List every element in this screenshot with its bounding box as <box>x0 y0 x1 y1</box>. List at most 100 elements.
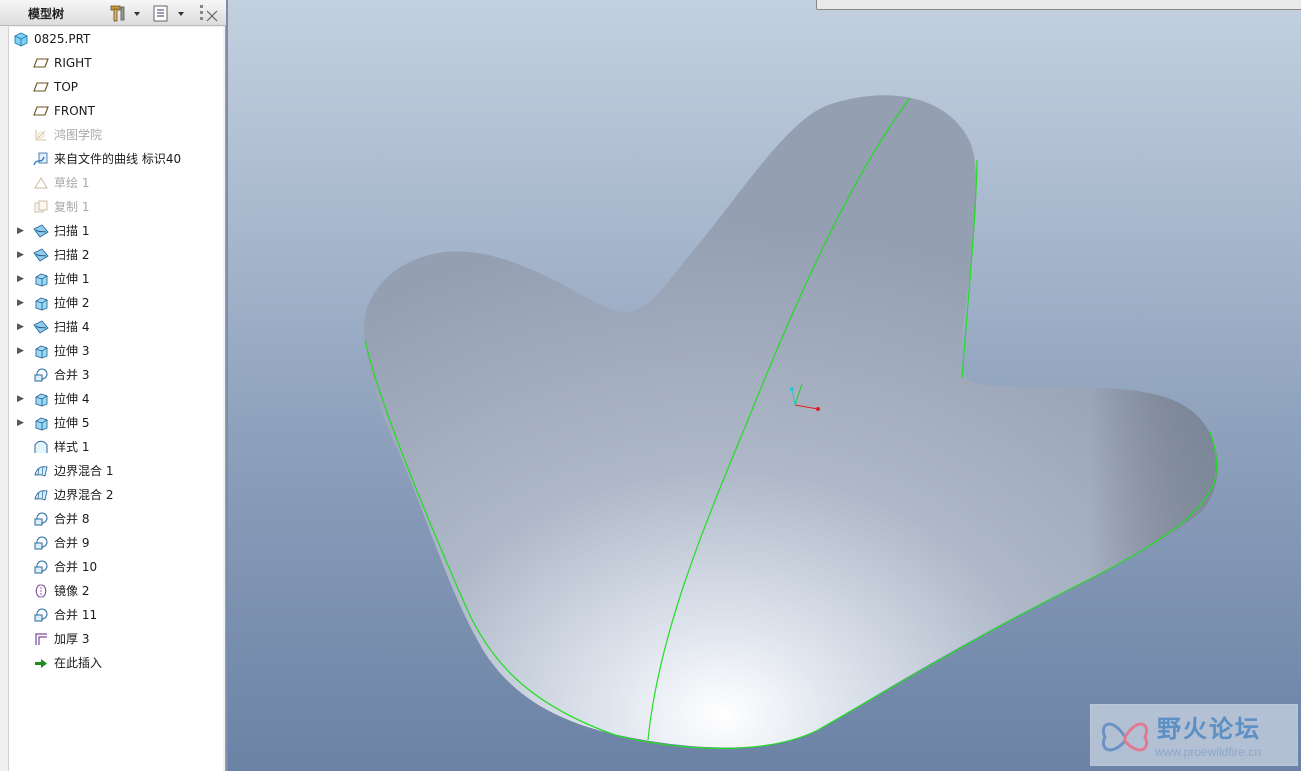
tree-node[interactable]: 草绘 1 <box>9 171 223 195</box>
model-tree-header: 模型树 <box>0 0 226 26</box>
tree-tools-dropdown[interactable] <box>132 3 142 23</box>
part-surface-shade <box>363 95 1218 748</box>
tree-node-label: 拉伸 2 <box>54 296 90 310</box>
tree-node-label: FRONT <box>54 104 95 118</box>
tree-node[interactable]: 合并 8 <box>9 507 223 531</box>
filter-icon <box>200 5 218 22</box>
list-settings-icon <box>153 5 168 22</box>
tree-settings-dropdown[interactable] <box>176 3 186 23</box>
tree-node[interactable]: 复制 1 <box>9 195 223 219</box>
butterfly-logo-icon <box>1102 722 1148 752</box>
tree-node[interactable]: 镜像 2 <box>9 579 223 603</box>
tree-node-label: 加厚 3 <box>54 632 90 646</box>
model-tree-title: 模型树 <box>28 7 65 21</box>
model-tree: 0825.PRT RIGHT TOP FRONT 鸿图学院来自文件的曲线 标识40 草绘 … <box>8 27 223 771</box>
tree-node[interactable]: 合并 3 <box>9 363 223 387</box>
datum-plane-icon <box>33 79 49 95</box>
tree-node-label: TOP <box>54 80 79 94</box>
tree-node-label: 拉伸 3 <box>54 344 90 358</box>
watermark-title: 野火论坛 <box>1157 715 1261 743</box>
merge-icon <box>33 559 49 575</box>
tree-node-label: 扫描 2 <box>54 248 90 262</box>
tree-node[interactable]: 加厚 3 <box>9 627 223 651</box>
expand-arrow-icon[interactable]: ▶ <box>17 267 27 291</box>
tree-node[interactable]: RIGHT <box>9 51 223 75</box>
model-tree-panel: 模型树 0825.PRT RIGHT TOP FRONT 鸿图学院 来自文件的曲… <box>0 0 226 771</box>
tree-node-label: 边界混合 1 <box>54 464 114 478</box>
tree-node-label: 鸿图学院 <box>54 128 103 142</box>
extrude-icon <box>33 415 49 431</box>
tree-node-label: 来自文件的曲线 标识40 <box>54 152 182 166</box>
dropdown-arrow-icon <box>178 12 184 16</box>
watermark-url: www.proewildfire.cn <box>1155 745 1262 759</box>
tree-node-label: 边界混合 2 <box>54 488 114 502</box>
tree-node[interactable]: 合并 10 <box>9 555 223 579</box>
expand-arrow-icon[interactable]: ▶ <box>17 291 27 315</box>
tree-node[interactable]: 来自文件的曲线 标识40 <box>9 147 223 171</box>
extrude-icon <box>33 391 49 407</box>
tree-node[interactable]: ▶ 扫描 4 <box>9 315 223 339</box>
tree-node-label: 拉伸 5 <box>54 416 90 430</box>
merge-icon <box>33 535 49 551</box>
tree-node[interactable]: 在此插入 <box>9 651 223 675</box>
tree-node-label: 合并 9 <box>54 536 90 550</box>
merge-icon <box>33 511 49 527</box>
sweep-icon <box>33 319 49 335</box>
tree-node[interactable]: 鸿图学院 <box>9 123 223 147</box>
tree-node-label: 草绘 1 <box>54 176 90 190</box>
boundary-blend-icon <box>33 487 49 503</box>
tree-node[interactable]: 边界混合 1 <box>9 459 223 483</box>
merge-icon <box>33 607 49 623</box>
forum-watermark: 野火论坛 www.proewildfire.cn <box>1090 704 1298 766</box>
sketch-icon <box>33 175 49 191</box>
expand-arrow-icon[interactable]: ▶ <box>17 387 27 411</box>
tree-node[interactable]: 合并 11 <box>9 603 223 627</box>
thicken-icon <box>33 631 49 647</box>
hammer-icon <box>110 5 125 22</box>
extrude-icon <box>33 295 49 311</box>
mirror-icon <box>33 583 49 599</box>
expand-arrow-icon[interactable]: ▶ <box>17 315 27 339</box>
tree-root-node[interactable]: 0825.PRT <box>9 27 223 51</box>
part-icon <box>13 31 29 47</box>
expand-arrow-icon[interactable]: ▶ <box>17 243 27 267</box>
tree-node[interactable]: TOP <box>9 75 223 99</box>
tree-node-label: 合并 8 <box>54 512 90 526</box>
tree-node-label: 扫描 1 <box>54 224 90 238</box>
model-tree-list: 0825.PRT RIGHT TOP FRONT 鸿图学院来自文件的曲线 标识40 草绘 … <box>9 27 223 675</box>
tree-node[interactable]: 合并 9 <box>9 531 223 555</box>
expand-arrow-icon[interactable]: ▶ <box>17 411 27 435</box>
dropdown-arrow-icon <box>134 12 140 16</box>
tree-node[interactable]: ▶ 拉伸 1 <box>9 267 223 291</box>
expand-arrow-icon[interactable]: ▶ <box>17 339 27 363</box>
tree-node-label: 合并 3 <box>54 368 90 382</box>
tree-node[interactable]: 样式 1 <box>9 435 223 459</box>
extrude-icon <box>33 343 49 359</box>
graphics-viewport[interactable] <box>228 0 1301 771</box>
copy-icon <box>33 199 49 215</box>
tree-node-label: 复制 1 <box>54 200 90 214</box>
tree-node-label: 拉伸 1 <box>54 272 90 286</box>
tree-settings-button[interactable] <box>152 3 170 23</box>
tree-node-label: 合并 11 <box>54 608 98 622</box>
extrude-icon <box>33 271 49 287</box>
tree-node[interactable]: ▶ 扫描 1 <box>9 219 223 243</box>
expand-arrow-icon[interactable]: ▶ <box>17 219 27 243</box>
tree-node[interactable]: 边界混合 2 <box>9 483 223 507</box>
datum-plane-icon <box>33 103 49 119</box>
tree-node[interactable]: ▶ 拉伸 3 <box>9 339 223 363</box>
tree-filter-button[interactable] <box>198 3 220 23</box>
tree-node-label: 镜像 2 <box>54 584 90 598</box>
tree-node-label: 合并 10 <box>54 560 98 574</box>
tree-node-label: 拉伸 4 <box>54 392 90 406</box>
tree-node-label: 扫描 4 <box>54 320 90 334</box>
sweep-icon <box>33 247 49 263</box>
tree-node[interactable]: ▶ 扫描 2 <box>9 243 223 267</box>
tree-tools-button[interactable] <box>108 3 128 23</box>
tree-node[interactable]: ▶ 拉伸 4 <box>9 387 223 411</box>
tree-node-label: 0825.PRT <box>34 32 91 46</box>
boundary-blend-icon <box>33 463 49 479</box>
tree-node[interactable]: ▶ 拉伸 5 <box>9 411 223 435</box>
tree-node[interactable]: ▶ 拉伸 2 <box>9 291 223 315</box>
tree-node[interactable]: FRONT <box>9 99 223 123</box>
